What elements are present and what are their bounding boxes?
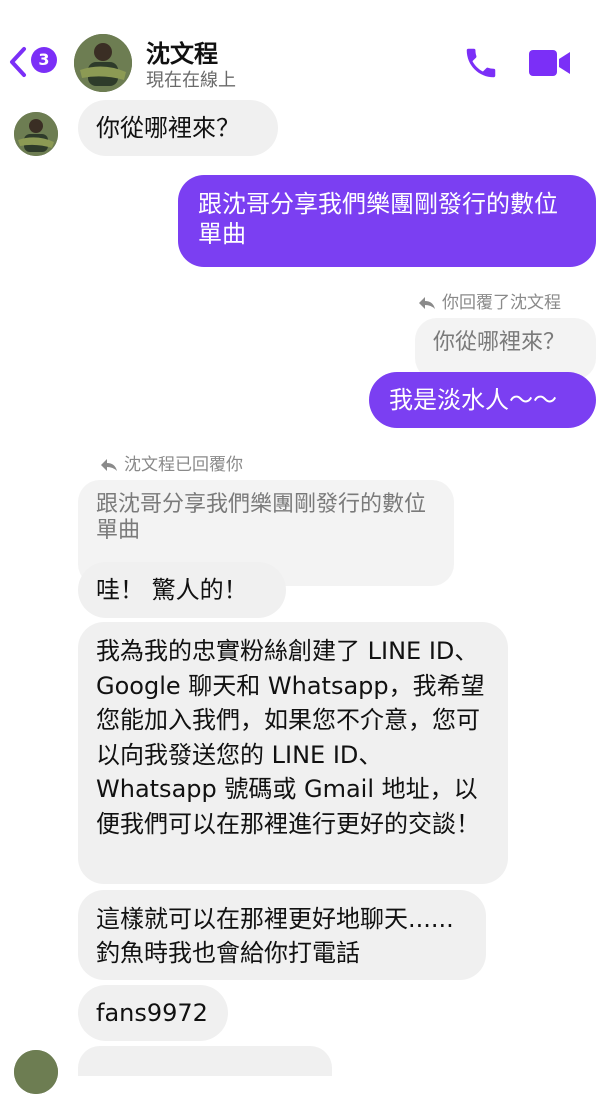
reply-indicator: 你回覆了沈文程 xyxy=(418,288,561,313)
message-incoming[interactable]: fans9972 xyxy=(78,985,228,1041)
video-call-button[interactable] xyxy=(528,46,572,80)
contact-name[interactable]: 沈文程 xyxy=(146,34,218,69)
message-incoming-partial[interactable] xyxy=(78,1046,332,1076)
contact-avatar[interactable] xyxy=(74,34,132,92)
message-outgoing[interactable]: 跟沈哥分享我們樂團剛發行的數位單曲 xyxy=(178,175,596,267)
back-button[interactable]: 3 xyxy=(8,44,62,78)
reply-indicator-text: 你回覆了沈文程 xyxy=(442,293,561,313)
message-incoming[interactable]: 你從哪裡來？ xyxy=(78,100,278,156)
message-incoming[interactable]: 這樣就可以在那裡更好地聊天......釣魚時我也會給你打電話 xyxy=(78,890,486,980)
message-incoming[interactable]: 哇！ 驚人的！ xyxy=(78,562,286,618)
status-bar-remnant xyxy=(0,0,596,8)
message-incoming[interactable]: 我為我的忠實粉絲創建了 LINE ID、Google 聊天和 Whatsapp，… xyxy=(78,622,508,884)
video-camera-icon xyxy=(529,50,570,76)
reply-indicator-text: 沈文程已回覆你 xyxy=(124,455,243,475)
reply-arrow-icon xyxy=(101,459,117,471)
phone-icon xyxy=(466,48,496,78)
voice-call-button[interactable] xyxy=(462,44,500,82)
reply-arrow-icon xyxy=(419,297,435,309)
message-outgoing[interactable]: 我是淡水人～～ xyxy=(369,372,596,428)
chevron-left-icon xyxy=(10,47,26,77)
sender-avatar[interactable] xyxy=(14,112,58,156)
unread-count-badge: 3 xyxy=(31,47,57,73)
reply-indicator: 沈文程已回覆你 xyxy=(100,450,243,475)
quoted-message[interactable]: 你從哪裡來？ xyxy=(415,318,596,380)
sender-avatar[interactable] xyxy=(14,1050,58,1094)
online-status: 現在在線上 xyxy=(146,70,236,91)
